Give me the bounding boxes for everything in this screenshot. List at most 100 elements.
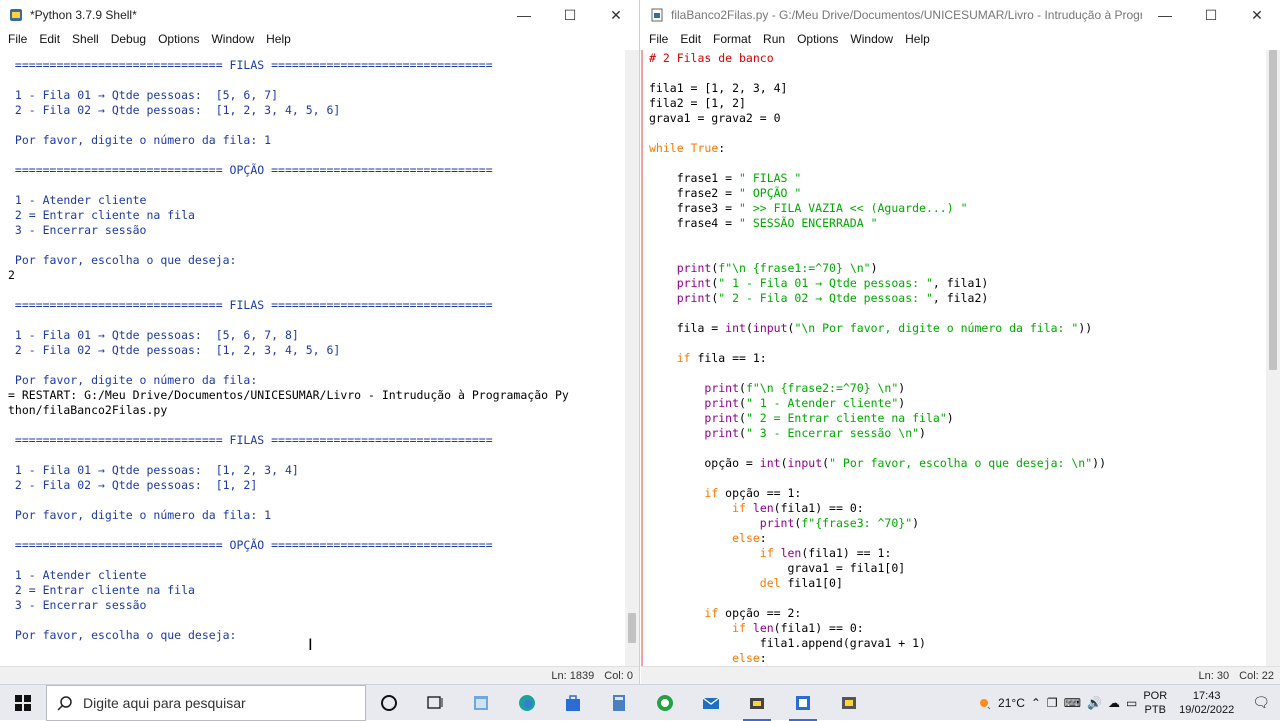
editor-statusbar: Ln: 30 Col: 22 [641,666,1280,684]
close-button[interactable]: ✕ [593,0,639,30]
text-cursor-icon: I [308,635,313,654]
editor-menu-options[interactable]: Options [791,32,844,46]
python-file-icon [649,7,665,23]
code-text[interactable]: # 2 Filas de banco fila1 = [1, 2, 3, 4] f… [641,50,1280,666]
shell-output-text[interactable]: ============================== FILAS ===… [0,50,639,643]
maximize-button[interactable]: ☐ [547,0,593,30]
editor-close-button[interactable]: ✕ [1234,0,1280,30]
taskbar-calculator[interactable] [596,685,642,721]
shell-line: Por favor, digite o número da fila: 1 [8,133,272,147]
taskbar-idle-editor[interactable] [780,685,826,721]
menu-file[interactable]: File [2,32,33,46]
taskbar-python[interactable] [826,685,872,721]
shell-menubar: File Edit Shell Debug Options Window Hel… [0,30,639,48]
taskbar-edge[interactable] [504,685,550,721]
editor-maximize-button[interactable]: ☐ [1188,0,1234,30]
shell-line: Por favor, digite o número da fila: [8,373,258,387]
editor-menu-run[interactable]: Run [757,32,791,46]
shell-line: 2 [8,268,15,282]
shell-line: Por favor, digite o número da fila: 1 [8,508,272,522]
taskbar-mail[interactable] [688,685,734,721]
calculator-icon [613,694,625,711]
shell-line: thon/filaBanco2Filas.py [8,403,168,417]
taskbar-store[interactable] [550,685,596,721]
menu-debug[interactable]: Debug [105,32,152,46]
shell-line: 1 - Atender cliente [8,568,147,582]
code-line: # 2 Filas de banco [649,51,774,65]
editor-scrollbar-thumb[interactable] [1269,50,1277,370]
code-line: print(" 1 - Atender cliente") [704,396,906,410]
chevron-up-icon[interactable]: ⌃ [1031,696,1041,710]
menu-edit[interactable]: Edit [33,32,66,46]
store-icon [566,694,580,711]
cortana-button[interactable] [366,685,412,721]
code-editor-area[interactable]: # 2 Filas de banco fila1 = [1, 2, 3, 4] f… [641,50,1280,666]
taskbar-whatsapp[interactable] [642,685,688,721]
network-icon[interactable]: ❐ [1047,696,1058,710]
shell-line: ============================== OPÇÃO ===… [8,538,493,552]
weather-icon[interactable] [976,695,992,711]
python-shell-window: *Python 3.7.9 Shell* — ☐ ✕ File Edit She… [0,0,640,684]
battery-icon[interactable]: ▭ [1126,696,1137,710]
code-line: frase3 = " >> FILA VAZIA << (Aguarde...)… [649,201,968,215]
menu-window[interactable]: Window [205,32,260,46]
code-line: fila1 = [1, 2, 3, 4] [649,81,788,95]
menu-options[interactable]: Options [152,32,205,46]
clock[interactable]: 17:43 19/02/2022 [1173,689,1240,717]
editor-minimize-button[interactable]: — [1142,0,1188,30]
code-line: grava1 = grava2 = 0 [649,111,781,125]
editor-menu-file[interactable]: File [643,32,674,46]
shell-line: 3 - Encerrar sessão [8,223,147,237]
ime-icon[interactable]: ⌨ [1064,696,1081,710]
temperature[interactable]: 21°C [998,696,1025,710]
language-indicator[interactable]: POR PTB [1143,689,1167,717]
shell-line: 2 - Fila 02 → Qtde pessoas: [1, 2, 3, 4,… [8,343,341,357]
volume-icon[interactable]: 🔊 [1087,696,1102,710]
taskbar-idle-shell[interactable] [734,685,780,721]
taskbar-file-explorer[interactable] [458,685,504,721]
minimize-button[interactable]: — [501,0,547,30]
code-line: if len(fila1) == 0: [732,621,864,635]
code-line: while True: [649,141,726,155]
notification-icon[interactable]: 🗨 [1246,694,1276,711]
shell-line: 2 - Fila 02 → Qtde pessoas: [1, 2] [8,478,258,492]
editor-menu-format[interactable]: Format [707,32,757,46]
edge-icon [519,694,535,711]
windows-logo-icon [15,694,31,711]
onedrive-icon[interactable]: ☁ [1108,696,1120,710]
menu-shell[interactable]: Shell [66,32,105,46]
shell-scrollbar-thumb[interactable] [628,612,636,643]
editor-menu-help[interactable]: Help [899,32,936,46]
taskbar-search-box[interactable]: Digite aqui para pesquisar [46,684,366,721]
windows-taskbar: Digite aqui para pesquisar 21°C ⌃ ❐ ⌨ 🔊 … [0,684,1280,721]
shell-statusbar: Ln: 1839 Col: 0 [0,666,639,684]
shell-title: *Python 3.7.9 Shell* [30,8,137,22]
code-line: print(f"{frase3: ^70}") [759,516,920,530]
code-line: fila = int(input("\n Por favor, digite o… [649,321,1093,335]
editor-scrollbar[interactable] [1266,50,1280,666]
shell-line-number: Ln: 1839 [551,669,595,682]
menu-help[interactable]: Help [260,32,297,46]
editor-menu-window[interactable]: Window [844,32,899,46]
start-button[interactable] [0,685,46,721]
task-view-button[interactable] [412,685,458,721]
code-line: print(" 3 - Encerrar sessão \n") [704,426,926,440]
shell-line: Por favor, escolha o que deseja: [8,628,237,642]
editor-menu-edit[interactable]: Edit [674,32,707,46]
shell-scrollbar[interactable] [625,50,639,666]
shell-output-area[interactable]: ============================== FILAS ===… [0,50,639,666]
shell-line: ============================== OPÇÃO ===… [8,163,493,177]
